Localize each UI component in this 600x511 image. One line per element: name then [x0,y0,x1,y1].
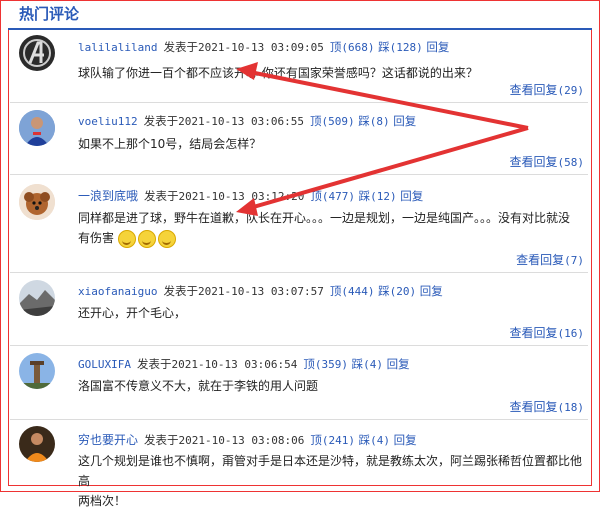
reply-link[interactable]: 回复 [400,189,423,203]
downvote-link[interactable]: 踩(4) [352,357,383,371]
posted-label: 发表于 [143,114,179,128]
comment-text: 球队输了你进一百个都不应该开心 你还有国家荣誉感吗？这话都说的出来？ [78,66,478,80]
view-replies-link[interactable]: 查看回复(18) [509,398,584,415]
downvote-link[interactable]: 踩(4) [359,433,390,447]
comment-item: xiaofanaiguo 发表于2021-10-13 03:07:57 顶(444)… [10,272,588,346]
upvote-link[interactable]: 顶(509) [310,114,355,128]
comment-text-line: 这几个规划是谁也不慎啊，甭管对手是日本还是沙特，就是教练太次，阿兰踢张稀哲位置都… [78,454,583,488]
username-link[interactable]: 一浪到底哦 [78,189,138,203]
comment-meta: voeliu112 发表于2021-10-13 03:06:55 顶(509) 踩(… [78,113,416,129]
username-link[interactable]: xiaofanaiguo [78,285,157,298]
avatar[interactable] [19,184,55,220]
smile-emoji-icon [117,229,136,248]
avatar[interactable] [19,280,55,316]
comment-text-line-2: 两档次！ [78,494,127,508]
username-link[interactable]: 穷也要开心 [78,433,138,447]
comment-text: 洛国富不传意义不大，就在于李铁的用人问题 [78,379,319,393]
comment-item: 穷也要开心 发表于2021-10-13 03:08:06 顶(241) 踩(4) 回… [10,419,588,508]
upvote-link[interactable]: 顶(444) [330,284,375,298]
avatar-dog-icon [19,184,55,220]
upvote-link[interactable]: 顶(359) [303,357,348,371]
upvote-link[interactable]: 顶(241) [310,433,355,447]
comment-item: GOLUXIFA 发表于2021-10-13 03:06:54 顶(359) 踩(4… [10,345,588,420]
downvote-link[interactable]: 踩(128) [378,40,423,54]
post-time: 2021-10-13 03:09:05 [197,41,324,54]
reply-link[interactable]: 回复 [426,40,449,54]
view-replies-link[interactable]: 查看回复(16) [509,324,584,341]
avatar[interactable] [19,110,55,146]
post-time: 2021-10-13 03:06:55 [178,115,304,128]
username-link[interactable]: voeliu112 [78,115,138,128]
avatar[interactable] [19,426,55,462]
comment-text: 还开心，开个毛心， [78,306,187,320]
posted-label: 发表于 [136,357,172,371]
section-title: 热门评论 [19,5,80,23]
avatar-avengers-icon [23,39,51,67]
reply-link[interactable]: 回复 [387,357,410,371]
comment-meta: 一浪到底哦 发表于2021-10-13 03:12:20 顶(477) 踩(12) … [78,187,423,204]
posted-label: 发表于 [144,189,179,203]
comment-meta: xiaofanaiguo 发表于2021-10-13 03:07:57 顶(444)… [78,283,443,299]
post-time: 2021-10-13 03:08:06 [178,434,305,447]
post-time: 2021-10-13 03:06:54 [171,358,298,371]
comment-item: 一浪到底哦 发表于2021-10-13 03:12:20 顶(477) 踩(12) … [10,174,588,273]
avatar[interactable] [19,35,55,71]
avatar-player-orange-icon [19,426,55,462]
view-replies-link[interactable]: 查看回复(7) [516,251,584,268]
smile-emoji-icon [157,229,176,248]
comment-meta: 穷也要开心 发表于2021-10-13 03:08:06 顶(241) 踩(4) 回… [78,431,417,448]
posted-label: 发表于 [163,40,198,54]
comment-item: lalilaliland 发表于2021-10-13 03:09:05 顶(668)… [10,33,588,103]
view-replies-link[interactable]: 查看回复(29) [509,81,584,98]
comment-text: 如果不上那个10号，结局会怎样？ [78,137,262,151]
post-time: 2021-10-13 03:12:20 [178,190,305,203]
reply-link[interactable]: 回复 [393,114,416,128]
avatar-landscape-icon [19,280,55,316]
avatar[interactable] [19,353,55,389]
username-link[interactable]: lalilaliland [78,41,157,54]
comment-item: voeliu112 发表于2021-10-13 03:06:55 顶(509) 踩(… [10,102,588,175]
posted-label: 发表于 [163,284,198,298]
reply-link[interactable]: 回复 [420,284,443,298]
comment-text-line-2: 有伤害 [78,228,584,248]
post-time: 2021-10-13 03:07:57 [197,285,324,298]
username-link[interactable]: GOLUXIFA [78,358,131,371]
view-replies-link[interactable]: 查看回复(58) [509,153,584,170]
avatar-player-blue-icon [19,110,55,146]
downvote-link[interactable]: 踩(20) [378,284,416,298]
comment-text-line: 同样都是进了球，野牛在道歉，队长在开心。。。一边是规划，一边是纯国产。。。没有对… [78,211,571,225]
upvote-link[interactable]: 顶(477) [310,189,355,203]
downvote-link[interactable]: 踩(12) [359,189,397,203]
posted-label: 发表于 [144,433,179,447]
smile-emoji-icon [137,229,156,248]
upvote-link[interactable]: 顶(668) [330,40,375,54]
comment-text: 同样都是进了球，野牛在道歉，队长在开心。。。一边是规划，一边是纯国产。。。没有对… [78,208,584,248]
avatar-tower-icon [19,353,55,389]
downvote-link[interactable]: 踩(8) [358,114,389,128]
reply-link[interactable]: 回复 [394,433,417,447]
comment-meta: GOLUXIFA 发表于2021-10-13 03:06:54 顶(359) 踩(4… [78,356,410,372]
comment-meta: lalilaliland 发表于2021-10-13 03:09:05 顶(668)… [78,39,449,55]
comment-text: 这几个规划是谁也不慎啊，甭管对手是日本还是沙特，就是教练太次，阿兰踢张稀哲位置都… [78,451,584,511]
